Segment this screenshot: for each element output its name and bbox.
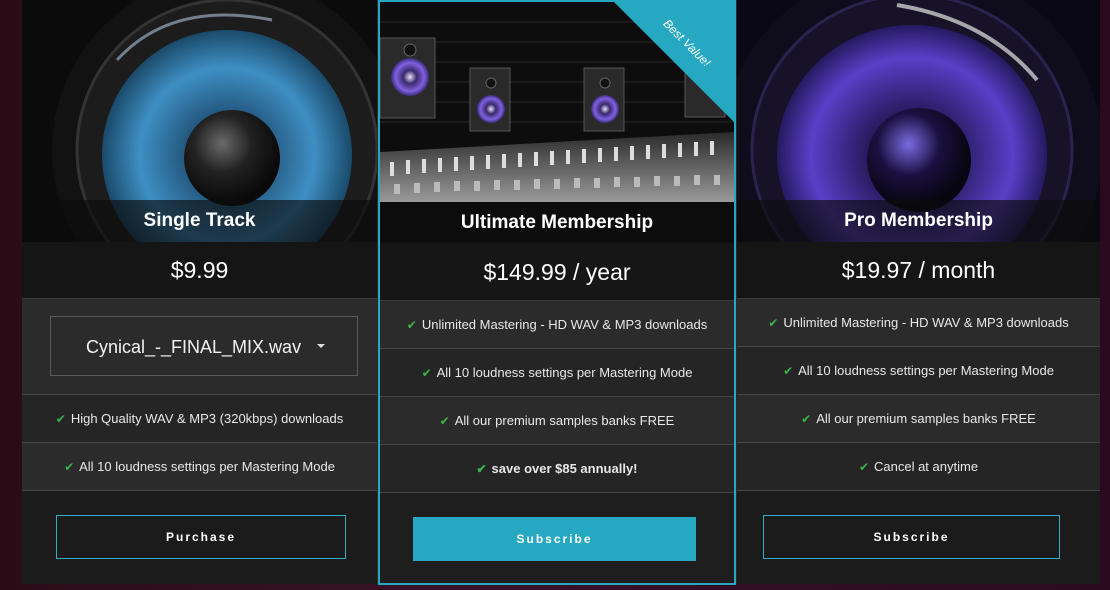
feature-text: All 10 loudness settings per Mastering M… <box>79 459 335 474</box>
feature-row: ✔ All 10 loudness settings per Mastering … <box>22 443 377 491</box>
plan-hero-image: Pro Membership <box>737 0 1100 242</box>
check-icon: ✔ <box>421 366 432 380</box>
plan-price: $19.97 / month <box>737 242 1100 299</box>
check-icon: ✔ <box>476 462 487 476</box>
feature-row: ✔ All 10 loudness settings per Mastering … <box>737 347 1100 395</box>
check-icon: ✔ <box>406 318 417 332</box>
purchase-button[interactable]: Purchase <box>56 515 346 559</box>
feature-row: ✔ All our premium samples banks FREE <box>380 397 734 445</box>
feature-text: All our premium samples banks FREE <box>816 411 1036 426</box>
best-value-ribbon: Best Value! <box>614 2 734 122</box>
button-area: Purchase <box>22 491 377 581</box>
check-icon: ✔ <box>55 412 66 426</box>
button-area: Subscribe <box>380 493 734 583</box>
check-icon: ✔ <box>768 316 779 330</box>
caret-down-icon <box>317 344 325 348</box>
plan-title: Pro Membership <box>737 200 1100 242</box>
feature-row: ✔ Unlimited Mastering - HD WAV & MP3 down… <box>737 299 1100 347</box>
feature-row: ✔ All 10 loudness settings per Mastering … <box>380 349 734 397</box>
plan-price: $9.99 <box>22 242 377 299</box>
button-area: Subscribe <box>737 491 1100 581</box>
check-icon: ✔ <box>64 460 75 474</box>
subscribe-pro-button[interactable]: Subscribe <box>763 515 1060 559</box>
feature-text: All 10 loudness settings per Mastering M… <box>798 363 1054 378</box>
track-select[interactable]: Cynical_-_FINAL_MIX.wav <box>50 316 358 376</box>
feature-row: ✔ Cancel at anytime <box>737 443 1100 491</box>
check-icon: ✔ <box>439 414 450 428</box>
feature-text: save over $85 annually! <box>491 461 638 476</box>
check-icon: ✔ <box>858 460 869 474</box>
feature-row: ✔ All our premium samples banks FREE <box>737 395 1100 443</box>
feature-text: Unlimited Mastering - HD WAV & MP3 downl… <box>421 317 708 332</box>
feature-row: ✔ High Quality WAV & MP3 (320kbps) downlo… <box>22 395 377 443</box>
plan-title: Ultimate Membership <box>380 202 734 244</box>
track-select-row: Cynical_-_FINAL_MIX.wav <box>22 299 377 395</box>
feature-text: Unlimited Mastering - HD WAV & MP3 downl… <box>783 315 1069 330</box>
plan-card-ultimate-membership: Ultimate Membership Best Value! $149.99 … <box>378 0 736 585</box>
check-icon: ✔ <box>783 364 794 378</box>
plan-card-single-track: Single Track $9.99 Cynical_-_FINAL_MIX.w… <box>22 0 378 584</box>
plan-price: $149.99 / year <box>380 244 734 301</box>
plan-hero-image: Single Track <box>22 0 377 242</box>
track-select-value: Cynical_-_FINAL_MIX.wav <box>86 337 302 357</box>
plan-card-pro-membership: Pro Membership $19.97 / month ✔ Unlimited… <box>736 0 1100 584</box>
feature-row: ✔ save over $85 annually! <box>380 445 734 493</box>
feature-text: All 10 loudness settings per Mastering M… <box>436 365 693 380</box>
feature-text: All our premium samples banks FREE <box>454 413 675 428</box>
subscribe-ultimate-button[interactable]: Subscribe <box>413 517 696 561</box>
feature-text: Cancel at anytime <box>874 459 979 474</box>
feature-text: High Quality WAV & MP3 (320kbps) downloa… <box>70 411 344 426</box>
check-icon: ✔ <box>801 412 812 426</box>
feature-row: ✔ Unlimited Mastering - HD WAV & MP3 down… <box>380 301 734 349</box>
plan-title: Single Track <box>22 200 377 242</box>
